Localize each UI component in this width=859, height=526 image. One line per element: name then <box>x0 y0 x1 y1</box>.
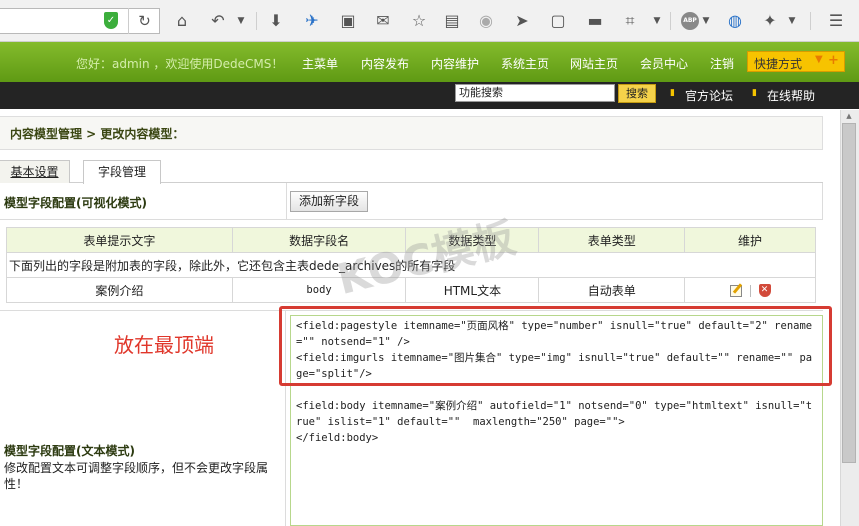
nav-system-home[interactable]: 系统主页 <box>501 55 549 72</box>
bookmarks-icon[interactable]: ▤ <box>442 10 462 32</box>
tool-icon[interactable]: ✦ <box>760 10 780 32</box>
nav-member-center[interactable]: 会员中心 <box>640 55 688 72</box>
reader-icon[interactable]: ▣ <box>338 10 358 32</box>
tab-label: 字段管理 <box>97 165 146 179</box>
nav-main-menu[interactable]: 主菜单 <box>302 55 338 72</box>
help-link[interactable]: 在线帮助 <box>767 87 815 104</box>
divider <box>749 284 751 297</box>
plus-icon[interactable]: + <box>828 53 843 68</box>
home-icon[interactable]: ⌂ <box>172 10 192 32</box>
tab-label: 基本设置 <box>10 165 59 179</box>
globe-icon[interactable]: ◍ <box>725 10 745 32</box>
tab-basic-settings[interactable]: 基本设置 <box>0 160 70 183</box>
download-icon[interactable]: ⬇ <box>266 10 286 32</box>
nav-content-publish[interactable]: 内容发布 <box>361 55 409 72</box>
delete-icon[interactable]: ✕ <box>758 284 771 297</box>
mail-icon[interactable]: ✉ <box>373 10 393 32</box>
send-icon[interactable]: ➤ <box>512 10 532 32</box>
search-input[interactable]: 功能搜索 <box>455 84 615 102</box>
chevron-down-icon[interactable]: ▼ <box>700 10 712 32</box>
scrollbar-thumb[interactable] <box>842 123 856 463</box>
highlight-box <box>279 306 832 386</box>
form-type: 自动表单 <box>538 277 686 303</box>
bird-icon[interactable]: ✈ <box>302 10 322 32</box>
text-section-title: 模型字段配置(文本模式) <box>4 444 135 458</box>
window-icon[interactable]: ▢ <box>548 10 568 32</box>
chevron-down-icon[interactable]: ▼ <box>234 10 248 32</box>
quick-menu-label: 快捷方式 <box>754 57 803 71</box>
column-header: 表单提示文字 <box>6 227 233 253</box>
chevron-down-icon[interactable]: ▼ <box>785 10 799 32</box>
nav-logout[interactable]: 注销 <box>710 55 734 72</box>
shield-icon[interactable]: ✓ <box>104 12 118 29</box>
add-field-button[interactable]: 添加新字段 <box>290 191 368 212</box>
code-block-body: <field:body itemname="案例介绍" autofield="1… <box>296 400 813 444</box>
maintain-cell: ✕ <box>684 277 816 303</box>
scroll-up-icon[interactable]: ▲ <box>842 112 856 122</box>
chevron-down-icon: ▼ <box>815 54 823 65</box>
toolbar-separator <box>256 12 257 30</box>
breadcrumb: 内容模型管理 > 更改内容模型： <box>10 127 185 141</box>
abp-icon[interactable]: ABP <box>681 12 699 30</box>
tab-field-management[interactable]: 字段管理 <box>83 160 161 184</box>
search-button[interactable]: 搜索 <box>618 84 656 103</box>
toolbar-separator <box>810 12 811 30</box>
column-header: 表单类型 <box>538 227 686 253</box>
column-header: 维护 <box>684 227 816 253</box>
back-icon[interactable]: ↶ <box>208 10 228 32</box>
bullet-icon: ▮ <box>670 88 675 98</box>
star-icon[interactable]: ☆ <box>409 10 429 32</box>
divider <box>286 183 287 220</box>
toolbar-separator <box>670 12 671 30</box>
chevron-down-icon[interactable]: ▼ <box>650 10 664 32</box>
menu-icon[interactable]: ☰ <box>826 10 846 32</box>
crop-icon[interactable]: ⌗ <box>620 10 640 32</box>
bullet-icon: ▮ <box>752 88 757 98</box>
forum-link[interactable]: 官方论坛 <box>685 87 733 104</box>
folder-icon[interactable]: ▬ <box>585 10 605 32</box>
nav-content-maintain[interactable]: 内容维护 <box>431 55 479 72</box>
quick-menu-button[interactable]: 快捷方式 ▼ + <box>747 51 845 72</box>
annotation-text: 放在最顶端 <box>114 333 214 357</box>
nav-site-home[interactable]: 网站主页 <box>570 55 618 72</box>
visual-section-title: 模型字段配置(可视化模式) <box>4 196 147 210</box>
edit-icon[interactable] <box>729 284 742 297</box>
text-section-desc: 修改配置文本可调整字段顺序，但不会更改字段属性！ <box>4 461 269 491</box>
field-label: 案例介绍 <box>6 277 233 303</box>
welcome-text: 您好：admin ，欢迎使用DedeCMS！ <box>76 57 284 71</box>
rss-icon[interactable]: ◉ <box>476 10 496 32</box>
reload-icon[interactable]: ↻ <box>128 8 160 34</box>
